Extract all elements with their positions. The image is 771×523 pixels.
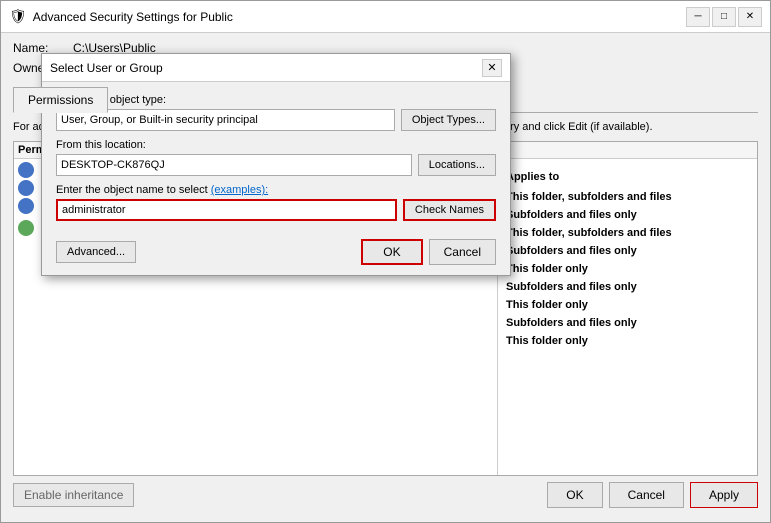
maximize-button[interactable]: □ [712,7,736,27]
window-icon: 🛡 [9,8,27,25]
window-title: Advanced Security Settings for Public [33,10,233,24]
examples-link[interactable]: (examples): [211,184,268,196]
dialog-footer: Advanced... OK Cancel [42,233,510,275]
location-row: Locations... [56,154,496,176]
select-user-dialog: Select User or Group ✕ Select this objec… [41,53,511,276]
object-type-row: Object Types... [56,109,496,131]
main-content: Name: C:\Users\Public Owner: SYSTEM 🛡 Ch… [1,33,770,522]
object-name-section: Enter the object name to select (example… [56,184,496,221]
locations-button[interactable]: Locations... [418,154,496,176]
title-bar-left: 🛡 Advanced Security Settings for Public [9,8,233,25]
title-bar: 🛡 Advanced Security Settings for Public … [1,1,770,33]
dialog-title-text: Select User or Group [50,61,163,75]
close-button[interactable]: ✕ [738,7,762,27]
dialog-body: Select this object type: Object Types...… [42,82,510,233]
location-input[interactable] [56,154,412,176]
dialog-close-button[interactable]: ✕ [482,59,502,77]
dialog-footer-right: OK Cancel [361,239,496,265]
location-section: From this location: Locations... [56,139,496,176]
from-location-label: From this location: [56,139,496,151]
dialog-title-bar: Select User or Group ✕ [42,54,510,82]
tab-permissions[interactable]: Permissions [13,87,108,113]
dialog-cancel-button[interactable]: Cancel [429,239,496,265]
object-types-button[interactable]: Object Types... [401,109,496,131]
advanced-button[interactable]: Advanced... [56,241,136,263]
object-name-label: Enter the object name to select (example… [56,184,496,196]
object-type-label: Select this object type: [56,94,496,106]
minimize-button[interactable]: ─ [686,7,710,27]
dialog-ok-button[interactable]: OK [361,239,422,265]
dialog-overlay: Select User or Group ✕ Select this objec… [1,33,770,522]
object-name-input[interactable] [56,199,397,221]
object-name-label-text: Enter the object name to select [56,184,208,196]
main-window: 🛡 Advanced Security Settings for Public … [0,0,771,523]
check-names-button[interactable]: Check Names [403,199,496,221]
object-type-section: Select this object type: Object Types... [56,94,496,131]
title-bar-buttons: ─ □ ✕ [686,7,762,27]
object-name-row: Check Names [56,199,496,221]
